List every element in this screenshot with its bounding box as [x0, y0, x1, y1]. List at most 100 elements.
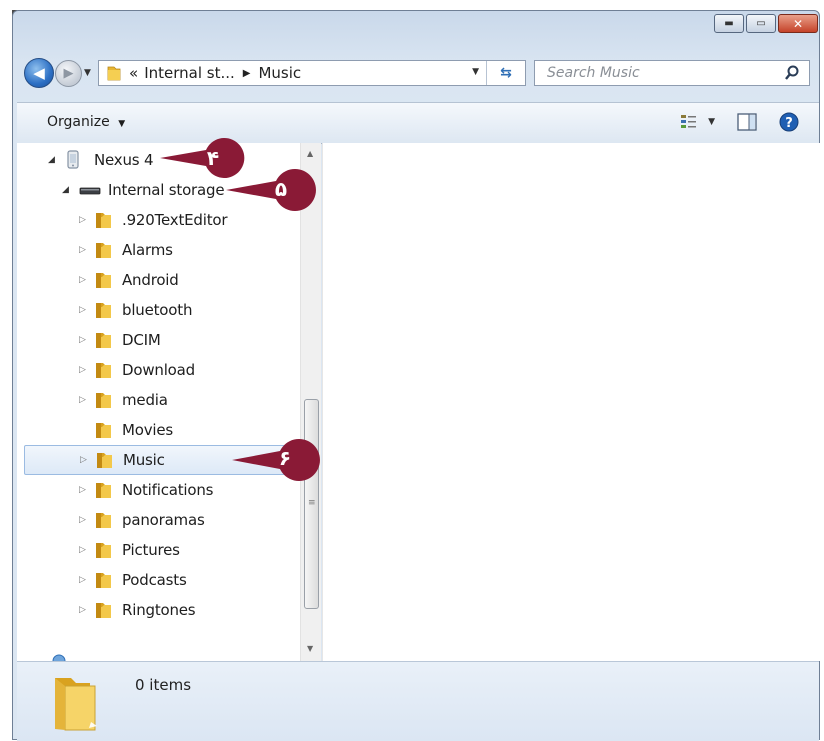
command-bar: Organize ▼ ▼ ?: [17, 102, 819, 144]
forward-button[interactable]: ▶: [55, 60, 82, 87]
tree-item-label: Alarms: [122, 241, 173, 259]
arrow-left-icon: ◀: [33, 63, 45, 82]
expand-arrow-icon[interactable]: ▷: [79, 605, 86, 615]
refresh-button[interactable]: ⇆: [486, 61, 525, 85]
tree-item-folder[interactable]: ▷ bluetooth: [17, 296, 300, 324]
breadcrumb-music[interactable]: Music: [258, 64, 301, 82]
tree-item-folder[interactable]: ▷ Podcasts: [17, 566, 300, 594]
change-view-button[interactable]: ▼: [680, 114, 715, 130]
folder-icon: [96, 603, 111, 618]
expand-arrow-icon[interactable]: ▷: [79, 305, 86, 315]
expand-arrow-icon[interactable]: ▷: [79, 215, 86, 225]
tree-item-label: Download: [122, 361, 195, 379]
phone-device-icon: [67, 150, 79, 169]
tree-item-label: Ringtones: [122, 601, 196, 619]
tree-item-label: media: [122, 391, 168, 409]
folder-icon: [96, 483, 111, 498]
folder-icon: [96, 243, 111, 258]
expand-arrow-icon[interactable]: ▷: [80, 455, 87, 465]
back-button[interactable]: ◀: [24, 58, 54, 88]
network-icon: [52, 654, 66, 661]
help-icon[interactable]: ?: [779, 112, 799, 132]
preview-pane-icon[interactable]: [737, 113, 757, 131]
file-list-area[interactable]: [322, 143, 820, 661]
search-input[interactable]: Search Music: [534, 60, 810, 86]
history-dropdown-icon[interactable]: ▼: [84, 68, 91, 78]
address-overflow[interactable]: «: [129, 64, 138, 82]
minimize-icon: ▬: [724, 17, 734, 29]
view-dropdown-icon: ▼: [708, 117, 715, 127]
folder-icon: [96, 423, 111, 438]
refresh-icon: ⇆: [500, 65, 512, 81]
large-folder-icon: [55, 678, 97, 731]
callout-number: ۶: [278, 446, 292, 470]
expand-arrow-icon[interactable]: ▷: [79, 335, 86, 345]
breadcrumb-separator-icon[interactable]: ▶: [243, 68, 251, 79]
minimize-button[interactable]: ▬: [714, 14, 744, 33]
breadcrumb-internal-storage[interactable]: Internal st...: [144, 64, 235, 82]
view-options-icon: [681, 115, 697, 128]
organize-label: Organize: [47, 114, 110, 130]
address-dropdown-icon[interactable]: ▼: [472, 67, 479, 77]
folder-icon: [96, 213, 111, 228]
expand-arrow-icon[interactable]: ▷: [79, 515, 86, 525]
folder-icon: [107, 66, 121, 81]
tree-item-folder[interactable]: ▷ Ringtones: [17, 596, 300, 624]
organize-button[interactable]: Organize ▼: [47, 114, 125, 130]
expand-arrow-icon[interactable]: ▷: [79, 365, 86, 375]
callout-number: ۵: [274, 177, 288, 201]
search-icon[interactable]: [783, 64, 801, 82]
folder-icon: [96, 303, 111, 318]
folder-icon: [97, 453, 112, 468]
close-icon: ✕: [792, 16, 804, 31]
navigation-pane[interactable]: ◢ Nexus 4 ◢ Internal storage ▷ .920TextE…: [17, 143, 321, 661]
tree-item-label: DCIM: [122, 331, 161, 349]
maximize-button[interactable]: ▭: [746, 14, 776, 33]
expand-arrow-icon[interactable]: ▷: [79, 395, 86, 405]
storage-drive-icon: [79, 187, 101, 195]
tree-item-folder[interactable]: ▷ DCIM: [17, 326, 300, 354]
tree-item-label: Nexus 4: [94, 151, 154, 169]
details-pane: 0 items: [17, 661, 819, 741]
tree-item-label: Podcasts: [122, 571, 187, 589]
folder-icon: [96, 393, 111, 408]
folder-icon: [96, 513, 111, 528]
tree-item-folder[interactable]: ▷ Android: [17, 266, 300, 294]
tree-item-folder[interactable]: ▷ panoramas: [17, 506, 300, 534]
tree-item-folder[interactable]: ▷ media: [17, 386, 300, 414]
collapse-arrow-icon[interactable]: ◢: [62, 185, 69, 195]
scrollbar-thumb[interactable]: ≡: [304, 399, 319, 609]
tree-item-folder[interactable]: ▷ Download: [17, 356, 300, 384]
search-placeholder: Search Music: [547, 65, 640, 81]
expand-arrow-icon[interactable]: ▷: [79, 545, 86, 555]
folder-icon: [96, 273, 111, 288]
folder-icon: [96, 363, 111, 378]
address-bar[interactable]: « Internal st... ▶ Music ▼ ⇆: [98, 60, 526, 86]
maximize-icon: ▭: [756, 17, 766, 29]
nav-pane-scrollbar[interactable]: ▲ ≡ ▼: [300, 143, 321, 661]
expand-arrow-icon[interactable]: ▷: [79, 275, 86, 285]
scroll-up-icon[interactable]: ▲: [307, 149, 313, 158]
tree-item-label: bluetooth: [122, 301, 193, 319]
tree-item-label: Pictures: [122, 541, 180, 559]
svg-text:?: ?: [785, 116, 793, 131]
tree-item-label: Movies: [122, 421, 174, 439]
tree-item-folder[interactable]: ▷ Alarms: [17, 236, 300, 264]
arrow-right-icon: ▶: [63, 66, 74, 81]
tree-item-label: Android: [122, 271, 179, 289]
folder-icon: [96, 543, 111, 558]
chevron-down-icon: ▼: [118, 119, 126, 129]
expand-arrow-icon[interactable]: ▷: [79, 245, 86, 255]
folder-icon: [96, 573, 111, 588]
expand-arrow-icon[interactable]: ▷: [79, 485, 86, 495]
close-button[interactable]: ✕: [778, 14, 818, 33]
collapse-arrow-icon[interactable]: ◢: [48, 155, 55, 165]
navigation-bar: ◀ ▶ ▼ « Internal st... ▶ Music ▼ ⇆ Searc…: [24, 56, 814, 90]
grip-icon: ≡: [308, 498, 316, 508]
tree-item-folder[interactable]: ▷ Pictures: [17, 536, 300, 564]
tree-item-label: panoramas: [122, 511, 205, 529]
tree-item-label: Music: [123, 451, 165, 469]
scroll-down-icon[interactable]: ▼: [307, 644, 313, 653]
tree-item-label: Notifications: [122, 481, 214, 499]
expand-arrow-icon[interactable]: ▷: [79, 575, 86, 585]
